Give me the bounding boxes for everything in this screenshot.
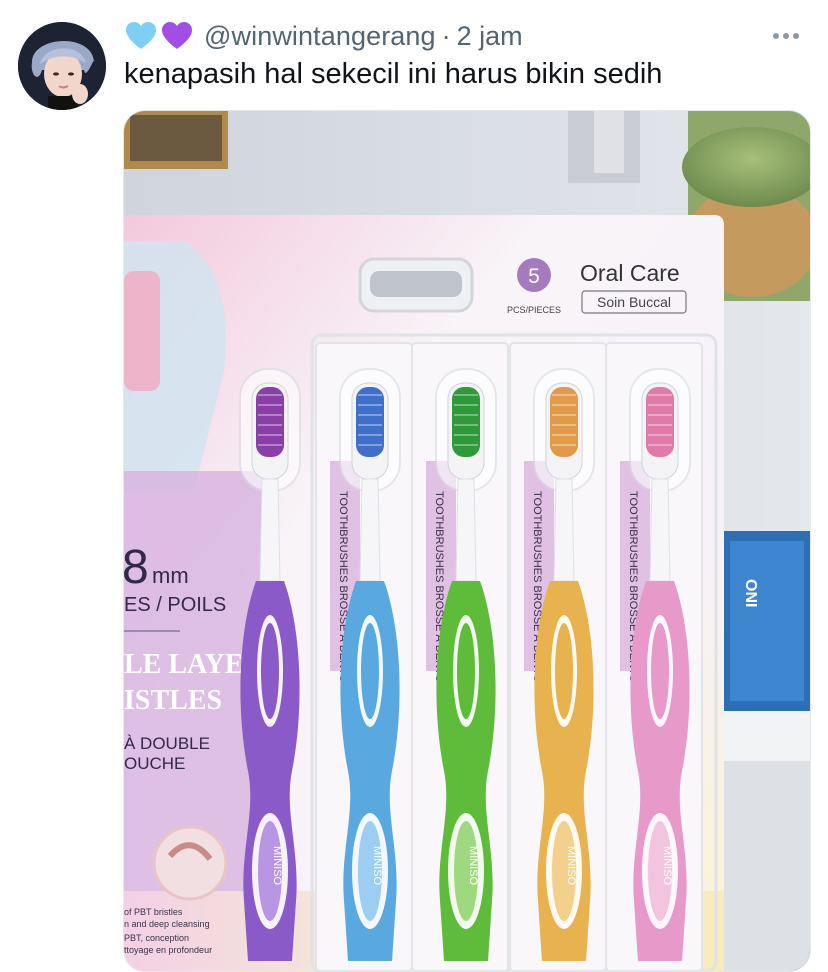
bristle-label: ES / POILS [124,594,226,616]
grip-pad [361,623,379,719]
light-blue-heart-icon [126,22,156,49]
brand-label: MINISO [467,846,479,886]
toothbrush-1: MINISO [239,368,301,961]
count-caption: PCS/PIECES [507,305,561,315]
grip-pad [651,623,669,719]
bristles [356,387,384,457]
more-dot-icon [783,33,789,39]
fine-print-2: n and deep cleansing [124,919,210,929]
toothbrush-3: TOOTHBRUSHES BROSSE À DENTSMINISO [411,342,509,971]
bristle-unit: mm [152,563,189,588]
package-title: Oral Care [580,260,680,286]
brush-neck [553,478,575,582]
double-label-2: OUCHE [124,754,185,773]
separator: · [441,20,451,51]
fine-print-3: PBT, conception [124,933,189,943]
bristles [550,387,578,457]
purple-heart-icon [162,22,192,49]
double-label-1: À DOUBLE [124,734,210,753]
avatar-image [18,22,106,110]
bristles [452,387,480,457]
brand-label: MINISO [271,846,283,886]
layer-label-2: ISTLES [124,685,222,716]
brand-label: MINISO [661,846,673,886]
toothbrush-2: TOOTHBRUSHES BROSSE À DENTSMINISO [315,342,413,971]
user-handle[interactable]: @winwintangerang [204,21,436,52]
timestamp[interactable]: 2 jam [457,21,523,52]
brush-neck [359,478,381,582]
brush-neck [649,478,671,582]
more-dot-icon [773,33,779,39]
emoji-group [124,20,194,52]
tweet-header: @winwintangerang · 2 jam [124,16,808,56]
photo-illustration: 8 mm ES / POILS LE LAYER ISTLES À DOUBLE… [124,111,810,971]
grip-pad [261,623,279,719]
grip-pad [555,623,573,719]
brush-neck [455,478,477,582]
brand-label: MINISO [565,846,577,886]
toothbrush-5: TOOTHBRUSHES BROSSE À DENTSMINISO [605,342,703,971]
bristles [646,387,674,457]
grip-pad [457,623,475,719]
avatar[interactable] [18,22,106,110]
bottle-label: ONI [742,579,759,607]
fine-print-1: of PBT bristles [124,907,183,917]
brush-neck [259,478,281,582]
toothbrush-4: TOOTHBRUSHES BROSSE À DENTSMINISO [509,342,607,971]
bristle-size: 8 [124,541,149,594]
tweet-photo[interactable]: 8 mm ES / POILS LE LAYER ISTLES À DOUBLE… [123,110,811,972]
bristles [256,387,284,457]
more-dot-icon [793,33,799,39]
fine-print-4: ttoyage en profondeur [124,945,212,955]
more-options-button[interactable] [764,18,808,54]
package-subtitle: Soin Buccal [597,294,671,310]
count-number: 5 [528,265,540,288]
brand-label: MINISO [371,846,383,886]
tweet-text: kenapasih hal sekecil ini harus bikin se… [124,58,663,90]
